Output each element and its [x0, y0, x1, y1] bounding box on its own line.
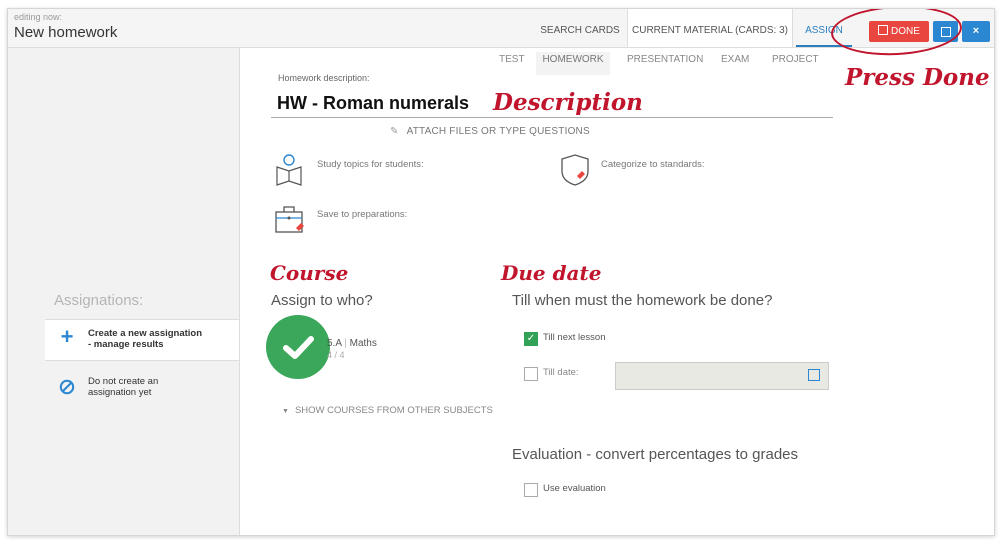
plus-icon: +	[60, 324, 74, 349]
option-create-line2: - manage results	[88, 339, 164, 350]
annotation-due-date: Due date	[501, 261, 602, 285]
document-title: New homework	[14, 24, 118, 41]
till-date-checkbox[interactable]	[524, 367, 538, 381]
evaluation-title: Evaluation - convert percentages to grad…	[512, 446, 799, 463]
open-calendar-icon[interactable]	[808, 369, 820, 381]
categorize-label: Categorize to standards:	[601, 159, 705, 170]
study-topics-icon[interactable]	[274, 153, 304, 187]
annotation-circle	[829, 9, 964, 59]
study-topics-label: Study topics for students:	[317, 159, 424, 170]
subtab-homework[interactable]: HOMEWORK	[536, 52, 610, 75]
caret-down-icon: ▼	[282, 408, 289, 415]
paperclip-icon: ✎	[390, 126, 399, 137]
tab-search-cards[interactable]: SEARCH CARDS	[540, 9, 620, 47]
standards-icon[interactable]	[558, 153, 592, 187]
option-create-text: Create a new assignation - manage result…	[88, 328, 202, 350]
assign-to-title: Assign to who?	[271, 292, 373, 309]
option-create-line1: Create a new assignation	[88, 328, 203, 339]
option-no-line2: assignation yet	[88, 387, 152, 398]
annotation-press-done: Press Done	[845, 64, 990, 91]
course-badge[interactable]	[266, 315, 330, 379]
checkmark-icon	[283, 336, 314, 359]
close-button[interactable]: ×	[962, 21, 990, 42]
next-lesson-checkbox[interactable]: ✓	[524, 332, 538, 346]
tab-current-material[interactable]: CURRENT MATERIAL (CARDS: 3)	[627, 9, 793, 47]
forbidden-icon	[58, 379, 76, 397]
preparations-label: Save to preparations:	[317, 209, 408, 220]
course-subject: Maths	[349, 338, 377, 349]
attach-files-button[interactable]: ✎ ATTACH FILES OR TYPE QUESTIONS	[390, 126, 590, 137]
subtab-project[interactable]: PROJECT	[772, 52, 819, 75]
app-window: editing now: New homework SEARCH CARDS C…	[7, 8, 995, 536]
description-label: Homework description:	[278, 73, 370, 83]
subtab-test[interactable]: TEST	[499, 52, 525, 75]
use-evaluation-checkbox[interactable]	[524, 483, 538, 497]
till-date-label: Till date:	[543, 367, 579, 378]
option-no-text: Do not create an assignation yet	[88, 376, 158, 398]
editing-label: editing now:	[14, 12, 63, 22]
course-count: 4 / 4	[327, 350, 345, 360]
use-evaluation-label: Use evaluation	[543, 483, 606, 494]
course-name: 5.A | Maths	[327, 338, 377, 349]
date-input[interactable]	[615, 362, 829, 390]
preparations-icon[interactable]	[274, 203, 308, 235]
annotation-description: Description	[493, 89, 643, 116]
sidebar: Assignations: + Create a new assignation…	[8, 48, 240, 535]
show-other-courses-label: SHOW COURSES FROM OTHER SUBJECTS	[294, 405, 493, 416]
course-class: 5.A	[327, 338, 342, 349]
annotation-course: Course	[270, 261, 349, 285]
show-other-courses-link[interactable]: ▼ SHOW COURSES FROM OTHER SUBJECTS	[282, 405, 493, 416]
due-date-title: Till when must the homework be done?	[512, 292, 773, 309]
option-create-assignation[interactable]: + Create a new assignation - manage resu…	[45, 319, 239, 361]
option-no-assignation[interactable]: Do not create an assignation yet	[45, 372, 239, 402]
subtab-exam[interactable]: EXAM	[721, 52, 749, 75]
next-lesson-label: Till next lesson	[543, 332, 606, 343]
attach-label: ATTACH FILES OR TYPE QUESTIONS	[406, 126, 590, 137]
option-no-line1: Do not create an	[88, 376, 159, 387]
assignations-title: Assignations:	[54, 292, 144, 309]
subtab-presentation[interactable]: PRESENTATION	[627, 52, 703, 75]
